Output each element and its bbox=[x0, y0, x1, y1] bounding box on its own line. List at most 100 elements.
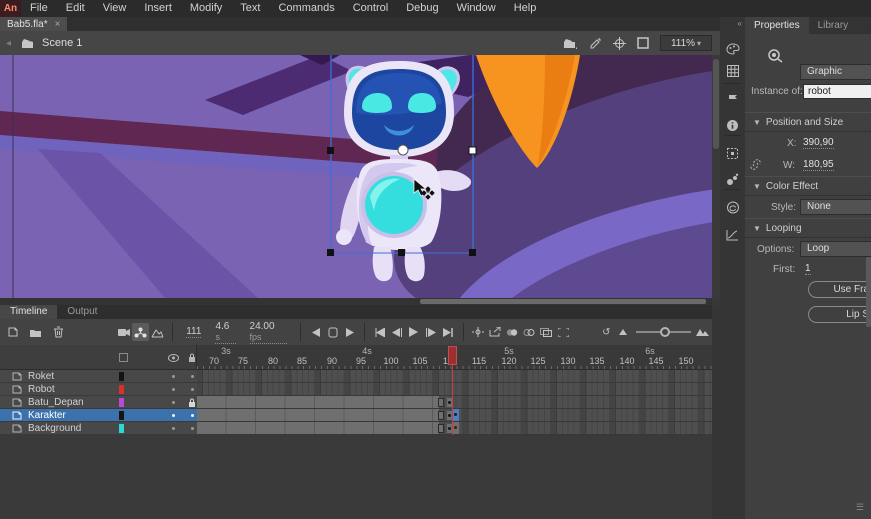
collapse-panels-icon[interactable]: « bbox=[738, 19, 742, 28]
color-palette-icon[interactable] bbox=[720, 39, 745, 59]
document-tab[interactable]: Bab5.fla* × bbox=[0, 17, 67, 31]
center-playhead-icon[interactable] bbox=[469, 323, 486, 341]
close-icon[interactable]: × bbox=[55, 19, 61, 30]
transform-frame-icon[interactable] bbox=[720, 143, 745, 163]
stage-canvas[interactable] bbox=[0, 55, 712, 298]
edit-symbols-icon[interactable] bbox=[588, 37, 602, 49]
frames-robot[interactable] bbox=[197, 383, 712, 396]
resize-grip-icon[interactable]: ☰ bbox=[856, 502, 865, 513]
first-frame-field[interactable]: 1 bbox=[805, 263, 811, 275]
menu-modify[interactable]: Modify bbox=[181, 0, 231, 17]
modify-markers-icon[interactable] bbox=[555, 323, 572, 341]
camera-button[interactable] bbox=[115, 323, 132, 341]
tab-output[interactable]: Output bbox=[57, 305, 107, 319]
layer-parenting-button[interactable] bbox=[132, 323, 149, 341]
layer-outline-color[interactable] bbox=[119, 398, 124, 407]
stage-vertical-scrollbar[interactable] bbox=[712, 55, 720, 298]
visibility-dot[interactable] bbox=[172, 388, 175, 391]
layer-outline-color[interactable] bbox=[119, 385, 124, 394]
frames-background[interactable] bbox=[197, 422, 712, 435]
visibility-dot[interactable] bbox=[172, 375, 175, 378]
current-frame-field[interactable]: 111 bbox=[186, 326, 201, 338]
menu-edit[interactable]: Edit bbox=[57, 0, 94, 17]
menu-view[interactable]: View bbox=[94, 0, 136, 17]
lock-dot[interactable] bbox=[191, 388, 194, 391]
frames-karakter[interactable] bbox=[197, 409, 712, 422]
elapsed-time-field[interactable]: 4.6 s bbox=[215, 321, 235, 344]
playhead-marker[interactable] bbox=[448, 346, 457, 365]
step-back-button[interactable] bbox=[388, 323, 405, 341]
lock-dot[interactable] bbox=[191, 414, 194, 417]
onion-skin-outlines-icon[interactable] bbox=[521, 323, 538, 341]
frame-size-slider-knob[interactable] bbox=[660, 327, 670, 337]
visibility-dot[interactable] bbox=[172, 401, 175, 404]
step-forward-button[interactable] bbox=[422, 323, 439, 341]
lip-syncing-button[interactable]: Lip S bbox=[808, 306, 871, 323]
layer-row-roket[interactable]: Roket bbox=[0, 370, 197, 383]
menu-commands[interactable]: Commands bbox=[269, 0, 343, 17]
new-folder-button[interactable] bbox=[27, 323, 44, 341]
reset-timeline-zoom-icon[interactable]: ↺ bbox=[598, 323, 615, 341]
link-width-height-icon[interactable] bbox=[749, 158, 762, 171]
layer-outline-color[interactable] bbox=[119, 411, 124, 420]
new-layer-button[interactable] bbox=[4, 323, 21, 341]
enlarge-frames-icon[interactable] bbox=[695, 323, 712, 341]
shrink-frames-icon[interactable] bbox=[615, 323, 632, 341]
tab-timeline[interactable]: Timeline bbox=[0, 305, 57, 319]
frames-grid[interactable] bbox=[197, 370, 712, 435]
export-clip-icon[interactable] bbox=[487, 323, 504, 341]
menu-insert[interactable]: Insert bbox=[135, 0, 181, 17]
tab-properties[interactable]: Properties bbox=[745, 17, 809, 34]
frame-rate-field[interactable]: 24.00 fps bbox=[250, 321, 288, 344]
swatches-icon[interactable] bbox=[720, 61, 745, 81]
menu-control[interactable]: Control bbox=[344, 0, 397, 17]
go-to-last-frame-button[interactable] bbox=[439, 323, 456, 341]
stage-zoom-select[interactable]: 111% ▾ bbox=[660, 35, 712, 51]
back-arrow-icon[interactable]: ◂ bbox=[6, 38, 11, 49]
w-value-field[interactable]: 180,95 bbox=[803, 159, 834, 171]
tab-library[interactable]: Library bbox=[809, 17, 858, 34]
creative-cloud-icon[interactable] bbox=[720, 197, 745, 217]
instance-name-field[interactable]: robot bbox=[803, 84, 871, 99]
frames-batu-depan[interactable] bbox=[197, 396, 712, 409]
align-flag-icon[interactable] bbox=[720, 89, 745, 109]
selected-frame[interactable] bbox=[452, 409, 459, 421]
scene-breadcrumb[interactable]: Scene 1 bbox=[42, 37, 82, 49]
info-icon[interactable] bbox=[720, 115, 745, 135]
delete-layer-button[interactable] bbox=[50, 323, 67, 341]
play-button[interactable] bbox=[405, 323, 422, 341]
section-looping[interactable]: ▼ Looping bbox=[745, 218, 871, 238]
lock-icon[interactable] bbox=[188, 398, 196, 407]
section-position-and-size[interactable]: ▼ Position and Size bbox=[745, 112, 871, 132]
frame-size-slider[interactable] bbox=[636, 331, 691, 333]
step-forward-one-icon[interactable] bbox=[341, 323, 358, 341]
menu-file[interactable]: File bbox=[21, 0, 57, 17]
edit-multiple-frames-icon[interactable] bbox=[538, 323, 555, 341]
x-value-field[interactable]: 390,90 bbox=[803, 137, 834, 149]
step-back-one-icon[interactable] bbox=[307, 323, 324, 341]
loop-options-select[interactable]: Loop bbox=[800, 241, 871, 257]
show-hide-all-icon[interactable] bbox=[168, 354, 179, 362]
visibility-dot[interactable] bbox=[172, 427, 175, 430]
layer-outline-color[interactable] bbox=[119, 424, 124, 433]
panel-scrollbar[interactable] bbox=[866, 257, 871, 327]
layer-row-robot[interactable]: Robot bbox=[0, 383, 197, 396]
frames-roket[interactable] bbox=[197, 370, 712, 383]
lock-all-icon[interactable] bbox=[188, 353, 196, 362]
menu-text[interactable]: Text bbox=[231, 0, 269, 17]
loop-range-icon[interactable] bbox=[324, 323, 341, 341]
lock-dot[interactable] bbox=[191, 427, 194, 430]
use-frame-picker-button[interactable]: Use Fra bbox=[808, 281, 871, 298]
layer-row-batu-depan[interactable]: Batu_Depan bbox=[0, 396, 197, 409]
visibility-dot[interactable] bbox=[172, 414, 175, 417]
layer-row-background[interactable]: Background bbox=[0, 422, 197, 435]
menu-help[interactable]: Help bbox=[505, 0, 546, 17]
keyframe-at-playhead[interactable] bbox=[452, 422, 459, 434]
stage-horizontal-scrollbar[interactable] bbox=[0, 298, 712, 305]
edit-scene-icon[interactable] bbox=[563, 38, 577, 49]
timeline-scrollbar[interactable] bbox=[712, 305, 720, 519]
layer-row-karakter[interactable]: Karakter bbox=[0, 409, 197, 422]
center-frame-icon[interactable] bbox=[613, 37, 626, 50]
layer-outline-color[interactable] bbox=[119, 372, 124, 381]
style-select[interactable]: None bbox=[800, 199, 871, 215]
